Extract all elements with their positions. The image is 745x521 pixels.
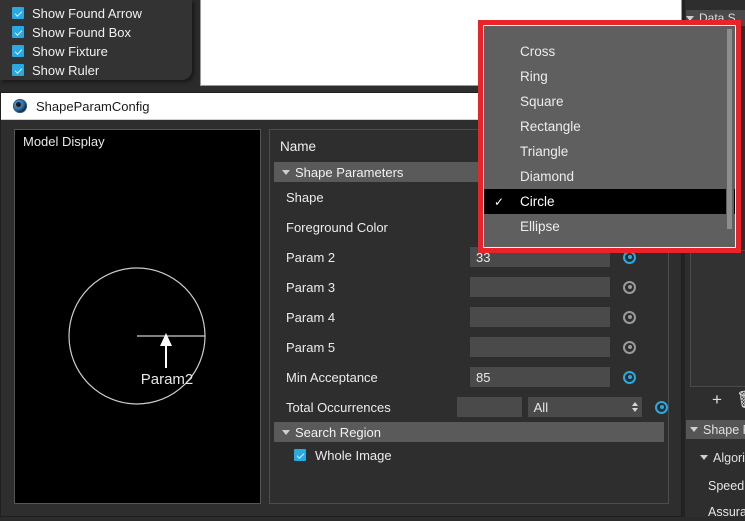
visibility-option-show-found-arrow[interactable]: Show Found Arrow bbox=[0, 4, 192, 22]
model-display-panel[interactable]: Model Display Param2 bbox=[14, 129, 261, 504]
param-radio-param-4[interactable] bbox=[623, 310, 636, 324]
param-label-param-4: Param 4 bbox=[286, 309, 336, 325]
model-preview-graphic: Param2 bbox=[68, 267, 206, 405]
param-radio-min-acceptance[interactable] bbox=[623, 370, 636, 384]
chevron-down-icon bbox=[282, 429, 290, 435]
chevron-down-icon bbox=[700, 455, 708, 460]
section-shape-parameters-label: Shape Parameters bbox=[295, 164, 404, 180]
dropdown-option-rectangle[interactable]: Rectangle bbox=[484, 114, 735, 139]
dropdown-option-label: Circle bbox=[520, 194, 555, 209]
dropdown-scrollbar[interactable] bbox=[726, 27, 734, 246]
right-panel-item-speed[interactable]: Speed bbox=[686, 476, 745, 495]
dropdown-option-square[interactable]: Square bbox=[484, 89, 735, 114]
param-label-param-3: Param 3 bbox=[286, 279, 336, 295]
param-input-param-5[interactable] bbox=[470, 337, 610, 357]
dropdown-option-ellipse[interactable]: Ellipse bbox=[484, 214, 735, 239]
delete-icon[interactable]: 🗑 bbox=[736, 390, 745, 410]
right-panel-list-box[interactable] bbox=[690, 250, 745, 387]
spinner-icon[interactable] bbox=[632, 402, 638, 412]
param-select-total-occurrences-value: All bbox=[533, 399, 549, 415]
param-radio-param-5[interactable] bbox=[623, 340, 636, 354]
checkbox-whole-image-label: Whole Image bbox=[315, 447, 392, 463]
checkbox-whole-image[interactable]: Whole Image bbox=[270, 442, 668, 468]
param-row-param-3[interactable]: Param 3 bbox=[270, 272, 668, 302]
dropdown-option-cross[interactable]: Cross bbox=[484, 39, 735, 64]
param-label-shape: Shape bbox=[286, 189, 324, 205]
dropdown-option-label: Cross bbox=[520, 44, 556, 59]
section-search-region[interactable]: Search Region bbox=[274, 422, 664, 442]
param-row-min-acceptance[interactable]: Min Acceptance 85 bbox=[270, 362, 668, 392]
param-label-min-acceptance: Min Acceptance bbox=[286, 369, 378, 385]
param-radio-param-3[interactable] bbox=[623, 280, 636, 294]
right-panel-section-shape-label: Shape P bbox=[703, 422, 745, 437]
visibility-option-show-ruler[interactable]: Show Ruler bbox=[0, 61, 192, 79]
right-panel-item-speed-label: Speed bbox=[708, 478, 745, 493]
right-panel-item-assurance-label: Assura bbox=[708, 504, 745, 519]
param-input-min-acceptance[interactable]: 85 bbox=[470, 367, 610, 387]
checkbox-checked-icon[interactable] bbox=[12, 7, 24, 19]
param-input-param-3[interactable] bbox=[470, 277, 610, 297]
dropdown-option-label: Rectangle bbox=[520, 119, 581, 134]
chevron-down-icon bbox=[690, 427, 698, 432]
model-annotation-label: Param2 bbox=[141, 371, 194, 388]
visibility-option-show-found-box[interactable]: Show Found Box bbox=[0, 23, 192, 41]
shape-dropdown-list[interactable]: Cross Ring Square Rectangle Triangle Dia… bbox=[483, 25, 736, 248]
visibility-option-label: Show Fixture bbox=[32, 43, 108, 59]
param-label-foreground-color: Foreground Color bbox=[286, 219, 388, 235]
right-panel-item-assurance[interactable]: Assura bbox=[686, 502, 745, 521]
checkbox-checked-icon[interactable] bbox=[12, 45, 24, 57]
param-name-header-label: Name bbox=[280, 138, 317, 154]
visibility-option-label: Show Found Arrow bbox=[32, 5, 142, 21]
app-logo-icon bbox=[13, 99, 27, 113]
dropdown-option-ring[interactable]: Ring bbox=[484, 64, 735, 89]
right-panel-section-algorithm[interactable]: Algori bbox=[686, 448, 745, 467]
param-label-param-5: Param 5 bbox=[286, 339, 336, 355]
param-row-param-5[interactable]: Param 5 bbox=[270, 332, 668, 362]
param-input-param-4[interactable] bbox=[470, 307, 610, 327]
param-select-total-occurrences-mode[interactable]: All bbox=[527, 397, 642, 417]
right-panel-section-shape[interactable]: Shape P bbox=[686, 420, 745, 439]
visibility-option-label: Show Ruler bbox=[32, 62, 100, 78]
right-panel-toolbar: + 🗑 bbox=[682, 388, 745, 412]
dialog-title: ShapeParamConfig bbox=[36, 98, 150, 114]
dropdown-option-label: Diamond bbox=[520, 169, 575, 184]
param-radio-total-occurrences[interactable] bbox=[655, 400, 668, 414]
dropdown-option-label: Ellipse bbox=[520, 219, 560, 234]
param-row-total-occurrences[interactable]: Total Occurrences All bbox=[270, 392, 668, 422]
param-label-param-2: Param 2 bbox=[286, 249, 336, 265]
section-search-region-label: Search Region bbox=[295, 424, 381, 440]
add-icon[interactable]: + bbox=[712, 390, 722, 410]
shape-dropdown-overlay: Cross Ring Square Rectangle Triangle Dia… bbox=[478, 20, 741, 253]
chevron-down-icon bbox=[282, 169, 290, 175]
param-input-total-occurrences-count[interactable] bbox=[457, 397, 522, 417]
dropdown-option-triangle[interactable]: Triangle bbox=[484, 139, 735, 164]
dropdown-option-label: Ring bbox=[520, 69, 548, 84]
visibility-option-label: Show Found Box bbox=[32, 24, 132, 40]
checkmark-icon: ✓ bbox=[494, 194, 505, 209]
dropdown-option-label: Square bbox=[520, 94, 564, 109]
dropdown-option-circle[interactable]: ✓ Circle bbox=[484, 189, 735, 214]
dropdown-option-diamond[interactable]: Diamond bbox=[484, 164, 735, 189]
checkbox-checked-icon[interactable] bbox=[12, 64, 24, 76]
checkbox-checked-icon[interactable] bbox=[294, 449, 306, 461]
dropdown-option-label: Triangle bbox=[520, 144, 569, 159]
param-label-total-occurrences: Total Occurrences bbox=[286, 399, 391, 415]
param-row-param-4[interactable]: Param 4 bbox=[270, 302, 668, 332]
visibility-option-show-fixture[interactable]: Show Fixture bbox=[0, 42, 192, 60]
checkbox-checked-icon[interactable] bbox=[12, 26, 24, 38]
visibility-options-popup: Show Found Arrow Show Found Box Show Fix… bbox=[0, 0, 192, 80]
right-panel-section-algorithm-label: Algori bbox=[713, 450, 745, 465]
dropdown-scrollbar-thumb[interactable] bbox=[727, 29, 732, 229]
